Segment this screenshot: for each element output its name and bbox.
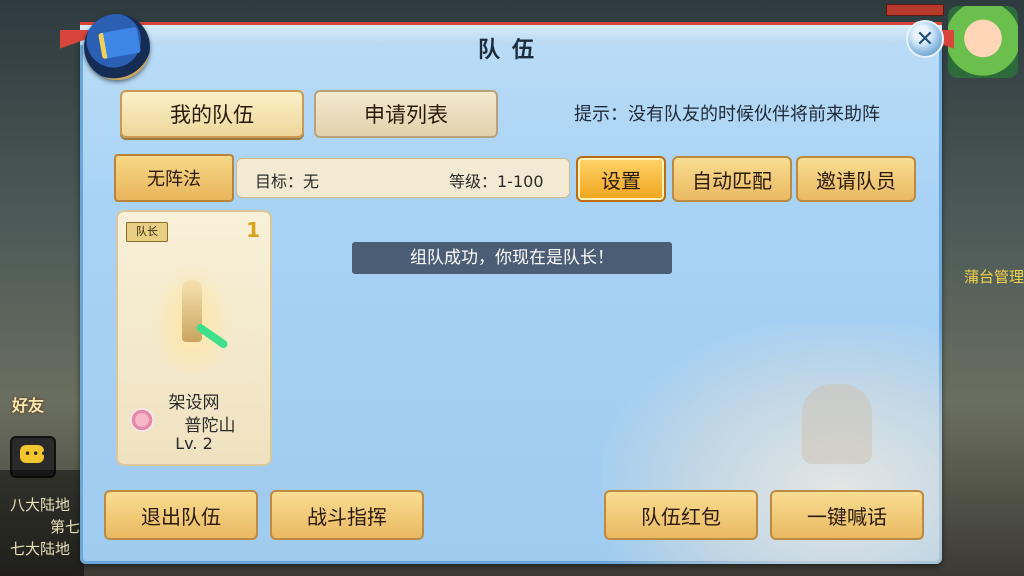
target-text: 目标：无	[255, 172, 320, 191]
slot-number: 1	[246, 218, 260, 242]
one-key-shout-button[interactable]: 一键喊话	[770, 490, 924, 540]
dialog-title: 队伍	[477, 38, 546, 63]
member-school: 普陀山	[184, 416, 236, 436]
invite-member-button[interactable]: 邀请队员	[796, 156, 916, 202]
member-card[interactable]: 队长 1 架设网 普陀山 Lv. 2	[116, 210, 272, 466]
friend-button[interactable]: 好友	[12, 392, 44, 416]
hp-bar	[886, 4, 944, 16]
chat-dots: •••	[24, 447, 49, 461]
chat-log: 八大陆地 第七 七大陆地	[0, 470, 84, 576]
rock-decoration	[802, 384, 872, 464]
character-figure	[182, 280, 202, 342]
auto-match-button[interactable]: 自动匹配	[672, 156, 792, 202]
character-portrait	[152, 262, 232, 372]
hint-text: 提示：没有队友的时候伙伴将前来助阵	[574, 104, 880, 125]
level-range-text: 等级：1-100	[449, 172, 544, 191]
lotus-icon	[130, 408, 154, 432]
team-red-packet-button[interactable]: 队伍红包	[604, 490, 758, 540]
team-flag-icon	[84, 14, 150, 80]
formation-button[interactable]: 无阵法	[114, 154, 234, 202]
flag-shape	[98, 26, 141, 60]
member-level: Lv. 2	[175, 434, 213, 453]
target-field[interactable]: 目标：无 等级：1-100	[236, 158, 570, 198]
tab-application-list[interactable]: 申请列表	[314, 90, 498, 138]
tab-my-team[interactable]: 我的队伍	[120, 90, 304, 138]
status-toast: 组队成功，你现在是队长！	[352, 242, 672, 274]
close-icon[interactable]: ✕	[906, 20, 944, 58]
chat-line: 第七	[50, 518, 81, 536]
settings-button[interactable]: 设置	[576, 156, 666, 202]
leader-badge: 队长	[126, 222, 168, 242]
chat-line: 八大陆地	[10, 496, 71, 514]
chat-line: 七大陆地	[10, 540, 71, 558]
npc-label: 蒲台管理	[963, 268, 1024, 286]
battle-command-button[interactable]: 战斗指挥	[270, 490, 424, 540]
leave-team-button[interactable]: 退出队伍	[104, 490, 258, 540]
